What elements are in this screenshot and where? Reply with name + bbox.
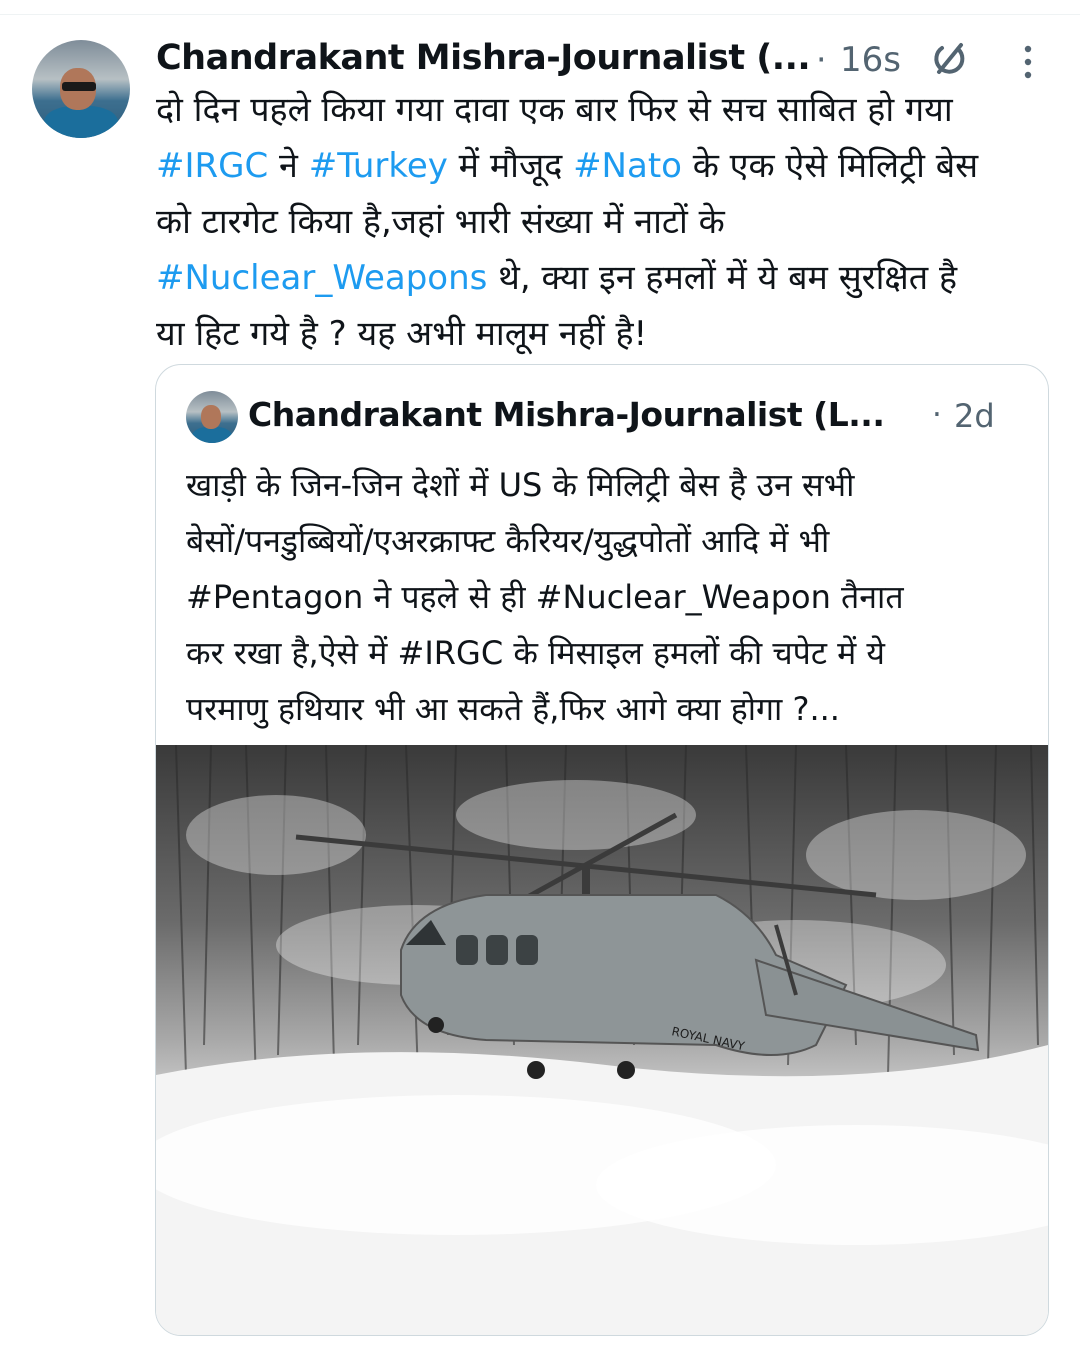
tweet-text-line: #Nuclear_Weapons थे, क्या इन हमलों में य… [156,250,1056,306]
tweet-text-line: को टारगेट किया है,जहां भारी संख्या में न… [156,194,1056,250]
quoted-text-line: परमाणु हथियार भी आ सकते हैं,फिर आगे क्या… [186,690,840,728]
top-divider [0,14,1080,15]
quoted-text-line: #Pentagon ने पहले से ही #Nuclear_Weapon … [186,578,904,616]
tweet-text-segment: के एक ऐसे मिलिट्री बेस [681,146,979,186]
avatar-glasses [62,82,96,91]
hashtag-link[interactable]: #IRGC [156,146,268,186]
tweet-text-segment: थे, क्या इन हमलों में ये बम सुरक्षित है [487,258,958,298]
quoted-timestamp[interactable]: 2d [954,397,995,435]
quoted-text-line: बेसों/पनडुब्बियों/एअरक्राफ्ट कैरियर/युद्… [186,522,830,560]
author-avatar[interactable] [32,40,130,138]
quoted-text-line: कर रखा है,ऐसे में #IRGC के मिसाइल हमलों … [186,634,885,672]
avatar-shirt [192,427,232,443]
tweet-text-line: या हिट गये है ? यह अभी मालूम नहीं है! [156,306,1056,362]
grok-icon[interactable] [928,36,972,80]
tweet-timestamp[interactable]: 16s [840,40,901,80]
hashtag-link[interactable]: #Turkey [309,146,448,186]
quoted-tweet-text: खाड़ी के जिन-जिन देशों में US के मिलिट्र… [186,457,1026,737]
quoted-text-line: खाड़ी के जिन-जिन देशों में US के मिलिट्र… [186,466,855,504]
separator-dot: · [932,397,942,433]
tweet-text-line: दो दिन पहले किया गया दावा एक बार फिर से … [156,82,1056,138]
tweet-header: Chandrakant Mishra-Journalist (... · 16s [156,36,1056,82]
tweet-text-segment: ने [268,146,309,186]
quoted-author-name[interactable]: Chandrakant Mishra-Journalist (L... [248,395,885,434]
tweet-text-segment: को टारगेट किया है,जहां भारी संख्या में न… [156,202,725,242]
quoted-author-avatar[interactable] [186,391,238,443]
quoted-tweet-card[interactable]: Chandrakant Mishra-Journalist (L... · 2d… [155,364,1049,1336]
more-vertical-icon[interactable] [1018,44,1038,80]
hashtag-link[interactable]: #Nato [573,146,682,186]
hashtag-link[interactable]: #Nuclear_Weapons [156,258,487,298]
helicopter-snow-forest-image: ROYAL NAVY [156,745,1048,1335]
tweet-media-image[interactable]: ROYAL NAVY [156,745,1048,1335]
avatar-face [201,405,221,429]
tweet-text: दो दिन पहले किया गया दावा एक बार फिर से … [156,82,1056,362]
tweet-text-line: #IRGC ने #Turkey में मौजूद #Nato के एक ऐ… [156,138,1056,194]
tweet-text-segment: दो दिन पहले किया गया दावा एक बार फिर से … [156,90,953,130]
author-name[interactable]: Chandrakant Mishra-Journalist (... [156,38,811,78]
separator-dot: · [816,40,827,79]
tweet-text-segment: या हिट गये है ? यह अभी मालूम नहीं है! [156,314,648,354]
tweet-text-segment: में मौजूद [447,146,574,186]
avatar-shirt [44,106,118,138]
